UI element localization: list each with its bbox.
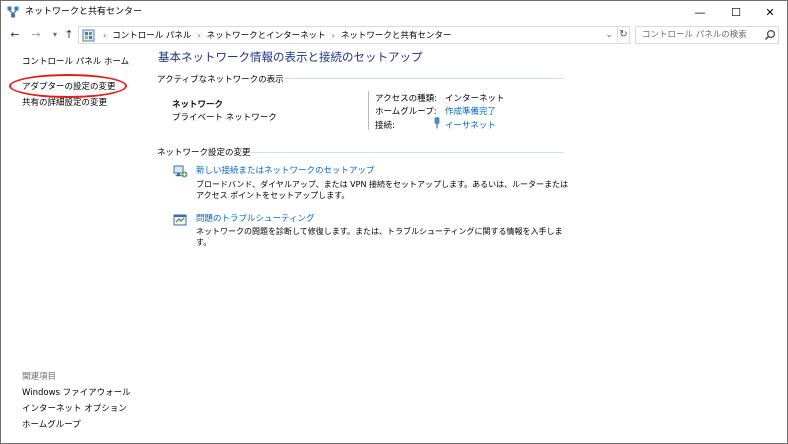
connection-label: 接続: xyxy=(375,121,395,131)
search-icon[interactable] xyxy=(764,29,776,41)
back-button[interactable]: ← xyxy=(7,27,23,43)
sidebar-item-windows-firewall[interactable]: Windows ファイアウォール xyxy=(22,387,131,399)
address-bar[interactable]: › コントロール パネル › ネットワークとインターネット › ネットワークと共… xyxy=(78,26,630,44)
homegroup-link[interactable]: 作成準備完了 xyxy=(445,105,496,117)
breadcrumb-separator: › xyxy=(103,30,107,40)
search-box[interactable] xyxy=(635,26,779,44)
maximize-button[interactable]: ☐ xyxy=(719,1,753,23)
sidebar-item-advanced-sharing-settings[interactable]: 共有の詳細設定の変更 xyxy=(22,97,107,109)
active-networks-header: アクティブなネットワークの表示 xyxy=(157,75,284,85)
access-type-label: アクセスの種類: xyxy=(375,94,437,104)
access-type-value: インターネット xyxy=(445,94,505,104)
sidebar-item-control-panel-home[interactable]: コントロール パネル ホーム xyxy=(22,56,129,68)
network-name: ネットワーク xyxy=(172,100,224,110)
troubleshoot-icon xyxy=(173,214,187,226)
breadcrumb-separator[interactable]: › xyxy=(332,31,335,40)
close-button[interactable]: ✕ xyxy=(753,1,787,23)
troubleshoot-description: ネットワークの問題を診断して修復します。または、トラブルシューティングに関する情… xyxy=(196,227,563,247)
network-type: プライベート ネットワーク xyxy=(172,113,277,123)
breadcrumb-network-sharing-center[interactable]: ネットワークと共有センター xyxy=(341,29,452,41)
sidebar-item-change-adapter-settings[interactable]: アダプターの設定の変更 xyxy=(22,81,116,93)
breadcrumb-separator[interactable]: › xyxy=(197,31,200,40)
page-title: 基本ネットワーク情報の表示と接続のセットアップ xyxy=(158,50,423,64)
window-title: ネットワークと共有センター xyxy=(25,7,143,17)
troubleshoot-link[interactable]: 問題のトラブルシューティング xyxy=(196,212,315,224)
new-connection-icon xyxy=(173,165,188,178)
network-center-icon xyxy=(7,6,19,18)
breadcrumb-control-panel[interactable]: コントロール パネル xyxy=(112,29,191,41)
address-dropdown-button[interactable]: ⌄ xyxy=(603,28,615,42)
section-divider xyxy=(249,152,564,153)
main-content: 基本ネットワーク情報の表示と接続のセットアップ アクティブなネットワークの表示 … xyxy=(149,47,787,443)
sidebar: コントロール パネル ホーム アダプターの設定の変更 共有の詳細設定の変更 関連… xyxy=(1,47,149,443)
vertical-divider xyxy=(368,91,369,130)
homegroup-label: ホームグループ: xyxy=(375,107,437,117)
change-settings-header: ネットワーク設定の変更 xyxy=(157,148,251,158)
new-connection-link[interactable]: 新しい接続またはネットワークのセットアップ xyxy=(196,164,375,176)
network-sharing-center-window: ネットワークと共有センター — ☐ ✕ ← → ▾ ↑ › コントロール パネル… xyxy=(0,0,788,444)
new-connection-description: ブロードバンド、ダイヤルアップ、または VPN 接続をセットアップします。あるい… xyxy=(196,180,569,200)
ethernet-icon[interactable] xyxy=(433,117,441,129)
section-divider xyxy=(277,78,564,79)
control-panel-icon xyxy=(82,29,95,42)
related-section-header: 関連項目 xyxy=(22,372,57,382)
title-bar: ネットワークと共有センター — ☐ ✕ xyxy=(1,1,787,23)
breadcrumb-network-internet[interactable]: ネットワークとインターネット xyxy=(207,29,326,41)
sidebar-item-homegroup[interactable]: ホームグループ xyxy=(22,419,81,431)
forward-button[interactable]: → xyxy=(28,27,44,43)
navigation-bar: ← → ▾ ↑ › コントロール パネル › ネットワークとインターネット › … xyxy=(1,23,787,47)
sidebar-item-internet-options[interactable]: インターネット オプション xyxy=(22,403,127,415)
up-button[interactable]: ↑ xyxy=(61,27,77,43)
ethernet-connection-link[interactable]: イーサネット xyxy=(445,119,496,131)
breadcrumb: › コントロール パネル › ネットワークとインターネット › ネットワークと共… xyxy=(97,27,451,43)
search-input[interactable] xyxy=(636,27,762,43)
minimize-button[interactable]: — xyxy=(683,1,717,23)
refresh-button[interactable]: ↻ xyxy=(617,28,629,42)
